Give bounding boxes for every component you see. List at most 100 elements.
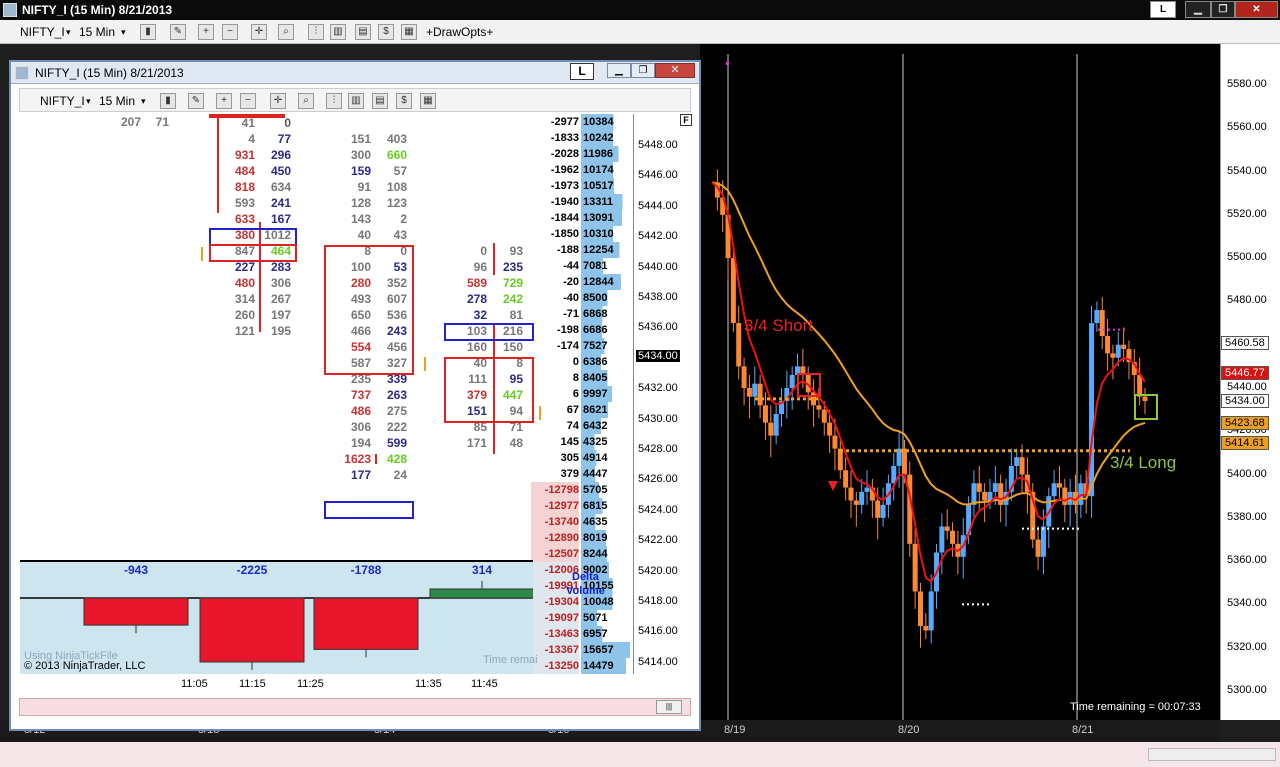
chevron-down-icon[interactable]: ▾ — [86, 93, 91, 109]
horizontal-scrollbar[interactable] — [1148, 748, 1276, 761]
volume-value: 11986 — [581, 146, 631, 162]
delta-bar-label: 314 — [472, 563, 492, 577]
chevron-down-icon[interactable]: ▾ — [141, 93, 146, 109]
volume-value: 4325 — [581, 434, 631, 450]
zoom-out-icon[interactable]: − — [240, 93, 256, 109]
price-tick: 5580.00 — [1227, 78, 1267, 90]
fast-moving-average — [711, 181, 1146, 584]
candle — [1062, 487, 1068, 505]
draw-opts-button[interactable]: +DrawOpts+ — [426, 24, 493, 40]
indicators-icon[interactable]: ⫶ — [326, 93, 342, 109]
dollar-icon[interactable]: $ — [378, 24, 394, 40]
ladder-ask: 93 — [509, 244, 523, 258]
time-tick: 11:45 — [471, 678, 498, 690]
zoom-out-icon[interactable]: − — [222, 24, 238, 40]
ladder-bid: 171 — [466, 436, 487, 450]
child-time-axis: 11:05 11:15 11:25 11:35 11:45 — [19, 674, 691, 696]
volume-value: 10517 — [581, 178, 631, 194]
chevron-down-icon[interactable]: ▾ — [66, 24, 71, 40]
indicators-icon[interactable]: ⫶ — [308, 24, 324, 40]
pencil-icon[interactable]: ✎ — [188, 93, 204, 109]
child-link-button[interactable]: L — [570, 63, 594, 80]
highlight-box — [444, 323, 534, 341]
ladder-ask: 450 — [270, 164, 291, 178]
data-box-icon[interactable]: ▦ — [401, 24, 417, 40]
close-button[interactable]: ✕ — [1235, 1, 1278, 18]
price-tick: 5560.00 — [1227, 121, 1267, 134]
volume-value: 4914 — [581, 450, 631, 466]
price-tick: 5426.00 — [638, 473, 678, 486]
properties-icon[interactable]: ▤ — [372, 93, 388, 109]
ladder-ask: 267 — [270, 292, 291, 306]
candle — [880, 504, 886, 518]
long-annotation: 3/4 Long — [1110, 453, 1177, 472]
strategies-icon[interactable]: ▥ — [348, 93, 364, 109]
chevron-down-icon[interactable]: ▾ — [121, 24, 126, 40]
delta-bar — [83, 597, 189, 626]
price-tick: 5420.00 — [638, 564, 678, 577]
magnifier-icon[interactable]: ⌕ — [278, 24, 294, 40]
child-window-title: NIFTY_I (15 Min) 8/21/2013 — [35, 66, 184, 80]
strategies-icon[interactable]: ▥ — [330, 24, 346, 40]
main-price-chart[interactable]: 3/4 Short 3/4 Long Time remaining = 00:0… — [700, 44, 1220, 720]
child-price-axis[interactable]: F 5448.00 5446.00 5444.00 5442.00 5440.00 543… — [633, 114, 692, 674]
ladder-ask: 729 — [502, 276, 523, 290]
child-period-selector[interactable]: 15 Min — [99, 93, 135, 109]
child-minimize-button[interactable]: ▁ — [607, 63, 631, 78]
maximize-button[interactable]: ❐ — [1211, 1, 1235, 18]
delta-value: -13463 — [531, 626, 579, 642]
volume-value: 12254 — [581, 242, 631, 258]
delta-value: -1940 — [550, 196, 579, 208]
crosshair-icon[interactable]: ✛ — [270, 93, 286, 109]
child-scrollbar[interactable]: ||| — [19, 698, 691, 716]
ladder-bid: 159 — [350, 164, 371, 178]
f-button[interactable]: F — [680, 114, 692, 126]
ladder-cell: 71 — [155, 115, 169, 129]
delta-value: -1973 — [550, 180, 579, 192]
instrument-selector[interactable]: NIFTY_I — [20, 24, 65, 40]
ladder-ask: 57 — [393, 164, 407, 178]
price-tick: 5400.00 — [1227, 467, 1267, 480]
candle — [875, 500, 881, 518]
minimize-button[interactable]: ▁ — [1185, 1, 1211, 18]
bar-type-icon[interactable]: ▮ — [140, 24, 156, 40]
zoom-in-icon[interactable]: + — [216, 93, 232, 109]
chart-link-button[interactable]: L — [1150, 1, 1176, 18]
price-tick: 5340.00 — [1227, 597, 1267, 610]
crosshair-icon[interactable]: ✛ — [251, 24, 267, 40]
properties-icon[interactable]: ▤ — [355, 24, 371, 40]
main-price-axis[interactable]: 5580.00 5560.00 5540.00 5520.00 5500.00 5480.… — [1220, 44, 1280, 720]
ladder-ask: 77 — [277, 132, 291, 146]
date-tick: 8/20 — [898, 724, 920, 736]
price-tick: 5444.00 — [638, 199, 678, 212]
time-tick: 11:15 — [239, 678, 266, 690]
child-instrument-selector[interactable]: NIFTY_I — [40, 93, 85, 109]
data-box-icon[interactable]: ▦ — [420, 93, 436, 109]
price-tick: 5300.00 — [1227, 684, 1267, 696]
ladder-bid: 177 — [350, 468, 371, 482]
price-tick: 5480.00 — [1227, 294, 1267, 307]
main-window-title: NIFTY_I (15 Min) 8/21/2013 — [22, 3, 173, 17]
delta-value: -13740 — [531, 514, 579, 530]
child-close-button[interactable]: ✕ — [655, 63, 695, 78]
ladder-bid: 128 — [350, 196, 371, 210]
volume-value: 14479 — [581, 658, 631, 674]
zoom-in-icon[interactable]: + — [198, 24, 214, 40]
period-selector[interactable]: 15 Min — [79, 24, 115, 40]
dollar-icon[interactable]: $ — [396, 93, 412, 109]
bar-type-icon[interactable]: ▮ — [160, 93, 176, 109]
scrollbar-thumb[interactable]: ||| — [656, 700, 682, 714]
child-maximize-button[interactable]: ❐ — [631, 63, 655, 78]
ladder-bid: 91 — [357, 180, 371, 194]
ladder-bid: 480 — [234, 276, 255, 290]
candle — [1089, 323, 1095, 497]
highlight-box — [209, 114, 285, 118]
delta-bar — [429, 588, 535, 599]
volume-value: 8405 — [581, 370, 631, 386]
candle — [816, 405, 822, 410]
candle — [982, 491, 988, 501]
candle — [928, 591, 934, 631]
magnifier-icon[interactable]: ⌕ — [298, 93, 314, 109]
delta-bar — [199, 597, 305, 663]
pencil-icon[interactable]: ✎ — [170, 24, 186, 40]
